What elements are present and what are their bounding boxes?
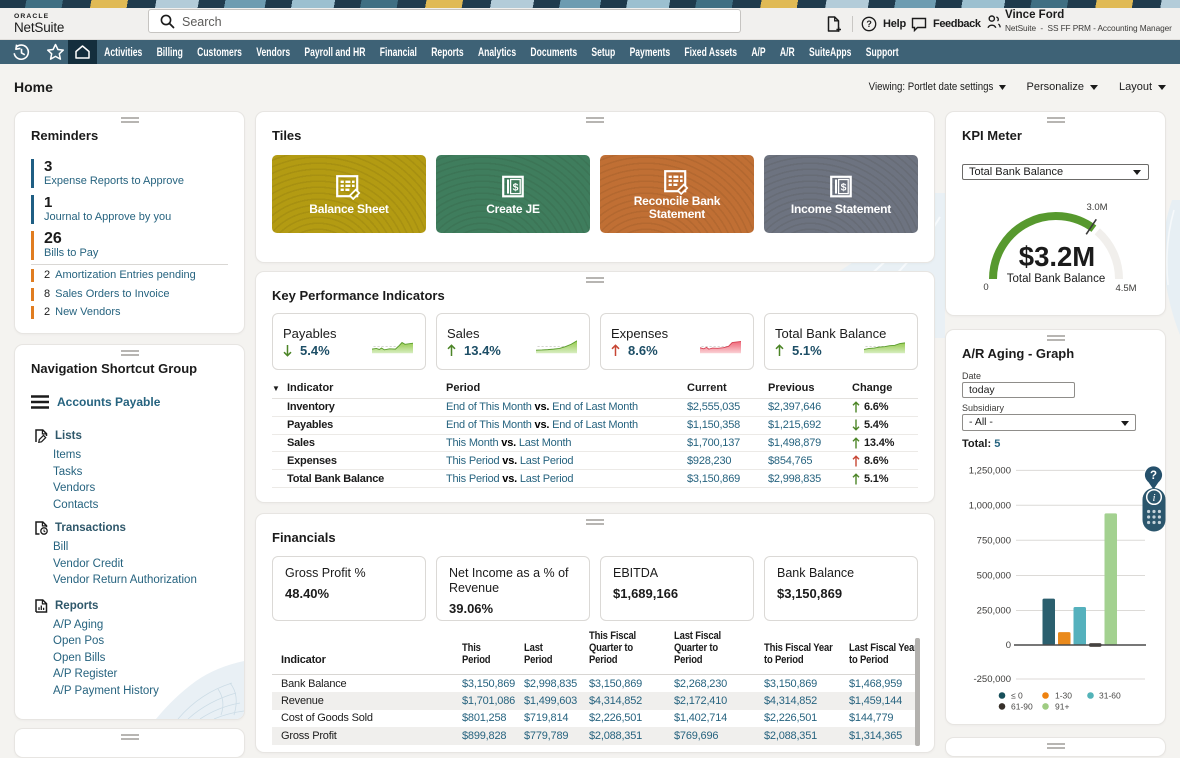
- svg-text:3.0M: 3.0M: [1086, 202, 1107, 213]
- svg-text:?: ?: [866, 19, 871, 29]
- svg-text:61-90: 61-90: [1011, 701, 1033, 711]
- svg-text:0: 0: [983, 282, 988, 293]
- svg-text:4.5M: 4.5M: [1115, 283, 1136, 294]
- svg-text:$3.2M: $3.2M: [1019, 241, 1095, 272]
- svg-text:i: i: [1152, 492, 1155, 504]
- svg-text:$: $: [841, 181, 847, 193]
- svg-text:91+: 91+: [1055, 701, 1069, 711]
- svg-text:1,250,000: 1,250,000: [969, 466, 1011, 477]
- svg-text:750,000: 750,000: [977, 536, 1011, 547]
- svg-text:Total Bank Balance: Total Bank Balance: [1007, 273, 1105, 285]
- svg-text:250,000: 250,000: [977, 606, 1011, 617]
- svg-text:0: 0: [1006, 640, 1011, 651]
- svg-text:$: $: [513, 181, 519, 193]
- svg-text:31-60: 31-60: [1099, 691, 1121, 701]
- svg-text:-250,000: -250,000: [973, 674, 1011, 685]
- svg-text:?: ?: [1150, 470, 1157, 482]
- svg-text:500,000: 500,000: [977, 571, 1011, 582]
- svg-text:≤ 0: ≤ 0: [1011, 691, 1023, 701]
- svg-text:1-30: 1-30: [1055, 691, 1072, 701]
- svg-text:1,000,000: 1,000,000: [969, 501, 1011, 512]
